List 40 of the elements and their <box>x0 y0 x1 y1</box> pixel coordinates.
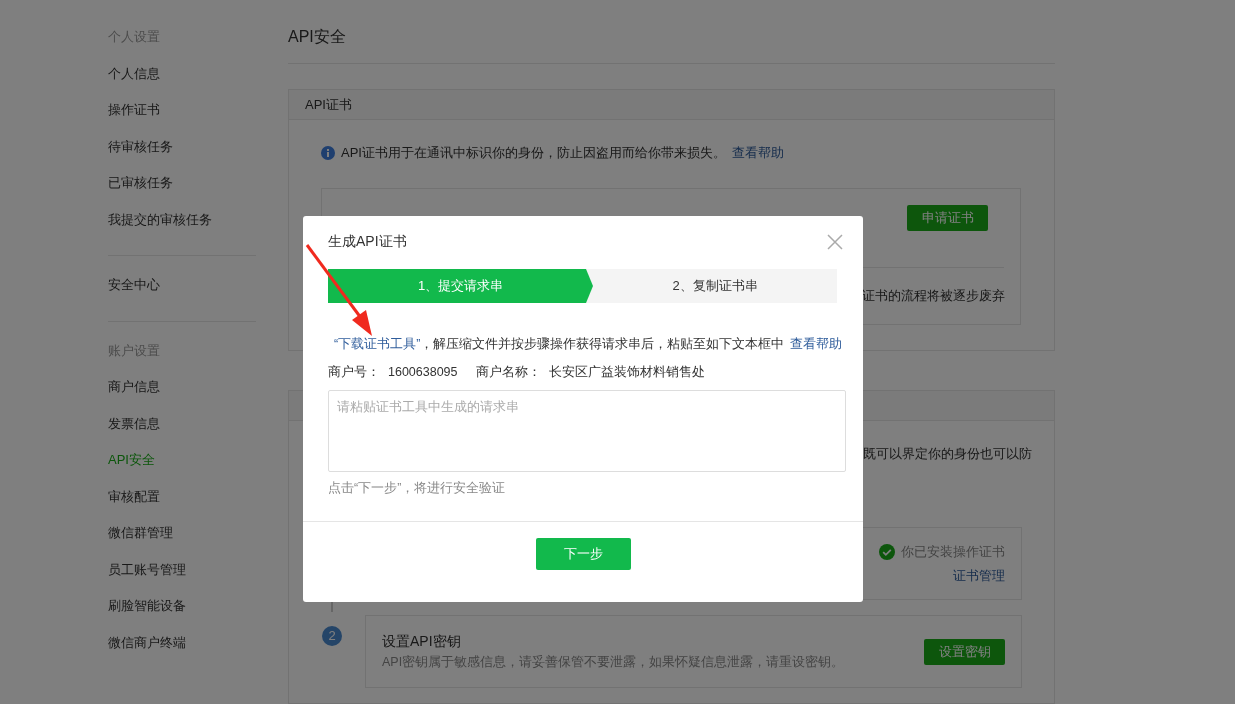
wizard-step: 1、提交请求串 <box>328 269 593 303</box>
field-label: 商户号： <box>328 364 380 381</box>
instruction-text: “下载证书工具”，解压缩文件并按步骤操作获得请求串后，粘贴至如下文本框中 <box>334 335 785 353</box>
info-text: 既可以界定你的身份也可以防 <box>863 446 1032 461</box>
request-string-field[interactable]: 请粘贴证书工具中生成的请求串 <box>328 390 846 472</box>
step-number: 2 <box>322 626 342 646</box>
note-text: 证书的流程将被逐步废弃 <box>862 288 1005 303</box>
panel-header: API证书 <box>289 90 1054 120</box>
field-label: 商户名称： <box>475 364 541 381</box>
sidebar-item[interactable]: 微信商户终端 <box>108 624 256 661</box>
sidebar-item[interactable]: 待审核任务 <box>108 128 256 165</box>
sidebar-item[interactable]: 发票信息 <box>108 405 256 442</box>
info-icon <box>321 146 335 160</box>
info-text: API证书用于在通讯中标识你的身份，防止因盗用而给你带来损失。 <box>341 144 726 162</box>
help-link[interactable]: 查看帮助 <box>790 335 843 353</box>
download-tool-link[interactable]: “下载证书工具” <box>334 336 421 351</box>
merchant-name: 长安区广益装饰材料销售处 <box>548 364 705 381</box>
sidebar-item[interactable]: 个人信息 <box>108 55 256 92</box>
sidebar-item[interactable]: 我提交的审核任务 <box>108 201 256 238</box>
help-link[interactable]: 查看帮助 <box>731 144 784 162</box>
sidebar-item[interactable]: 微信群管理 <box>108 515 256 552</box>
next-button[interactable]: 下一步 <box>535 538 631 570</box>
sidebar-item[interactable]: 已审核任务 <box>108 165 256 202</box>
sidebar-item[interactable]: 操作证书 <box>108 92 256 129</box>
hint-text: 点击“下一步”，将进行安全验证 <box>328 480 507 496</box>
set-key-button[interactable]: 设置密钥 <box>924 638 1005 665</box>
apply-certificate-button[interactable]: 申请证书 <box>907 205 988 231</box>
sidebar-item[interactable]: API安全 <box>108 442 256 479</box>
merchant-id: 1600638095 <box>388 364 458 381</box>
check-icon <box>879 543 895 560</box>
sidebar-item[interactable]: 审核配置 <box>108 478 256 515</box>
close-icon[interactable] <box>827 234 843 250</box>
page-title: API安全 <box>288 0 1055 64</box>
sidebar-item[interactable]: 刷脸智能设备 <box>108 588 256 625</box>
sidebar-item[interactable]: 员工账号管理 <box>108 551 256 588</box>
certificate-manage-link[interactable]: 证书管理 <box>953 566 1005 585</box>
dialog-title: 生成API证书 <box>328 233 407 251</box>
step-title: 设置API密钥 <box>382 632 462 651</box>
sidebar-item[interactable]: 商户信息 <box>108 369 256 406</box>
sidebar-item[interactable]: 安全中心 <box>108 267 256 304</box>
